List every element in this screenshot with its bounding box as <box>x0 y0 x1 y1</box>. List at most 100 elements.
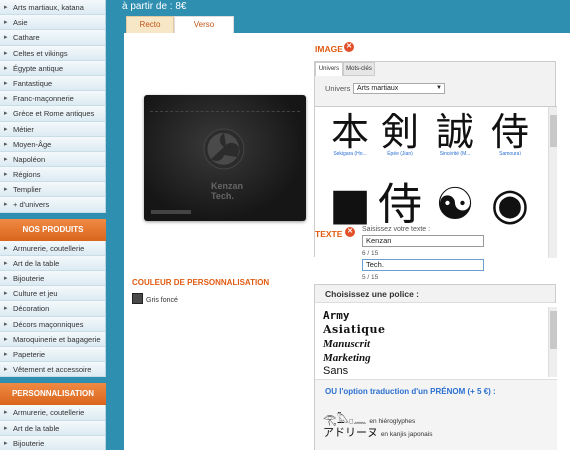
chevron-right-icon: ▸ <box>4 19 8 27</box>
chevron-right-icon: ▸ <box>4 409 8 417</box>
symbol-tile[interactable]: 剣 Épée (Jian) <box>375 113 425 157</box>
sidebar-product-item[interactable]: ▸ Art de la table <box>0 255 105 271</box>
symbol-tile[interactable]: 本 Sekigara (Ho... <box>325 113 375 157</box>
sidebar-category-item[interactable]: ▸ Napoléon <box>0 151 105 168</box>
symbol-tile[interactable]: 侍 Samouraï <box>485 113 535 157</box>
font-panel-title: Choisissez une police : <box>315 285 555 303</box>
sidebar-category-label: Celtes et vikings <box>13 48 68 58</box>
chevron-right-icon: ▸ <box>4 125 8 133</box>
tab-verso[interactable]: Verso <box>174 16 234 33</box>
gallery-scrollbar[interactable] <box>548 107 557 258</box>
texte-prompt: Saisissez votre texte : <box>362 226 431 233</box>
chevron-right-icon: ▸ <box>4 290 8 298</box>
symbol-glyph-icon: ☯ <box>435 179 475 230</box>
text-line2-input[interactable]: Tech. <box>362 259 484 271</box>
sidebar-product-item[interactable]: ▸ Vêtement et accessoire <box>0 362 105 378</box>
sidebar-category-item[interactable]: ▸ + d'univers <box>0 197 105 213</box>
sidebar-product-label: Papeterie <box>13 349 46 359</box>
symbol-tile[interactable]: ◉ <box>485 183 535 227</box>
sidebar-category-label: Régions <box>13 170 41 180</box>
font-option-army[interactable]: Army <box>323 309 350 322</box>
text-line2-count: 5 / 15 <box>362 274 379 281</box>
symbol-tile[interactable]: 誠 Sincérité (M... <box>430 113 480 157</box>
products-list: ▸ Armurerie, coutellerie ▸ Art de la table ▸… <box>0 240 106 378</box>
sidebar-category-item[interactable]: ▸ Moyen-Âge <box>0 136 105 152</box>
sidebar-perso-item[interactable]: ▸ Art de la table <box>0 420 105 436</box>
symbol-tile[interactable]: ■ <box>325 183 375 227</box>
chevron-right-icon: ▸ <box>4 110 8 118</box>
tab-univers[interactable]: Univers <box>315 62 343 76</box>
chevron-right-icon: ▸ <box>4 275 8 282</box>
sidebar-category-item[interactable]: ▸ Métier <box>0 121 105 137</box>
sidebar-product-label: Armurerie, coutellerie <box>13 243 85 253</box>
font-list: Army Asiatique Manuscrit Marketing Sans <box>315 303 557 379</box>
sidebar-product-item[interactable]: ▸ Culture et jeu <box>0 286 105 302</box>
personnalisation-list: ▸ Armurerie, coutellerie ▸ Art de la table ▸… <box>0 405 106 450</box>
chevron-right-icon: ▸ <box>4 95 8 103</box>
sidebar-category-item[interactable]: ▸ Celtes et vikings <box>0 45 105 61</box>
sidebar-category-item[interactable]: ▸ Arts martiaux, katana <box>0 0 105 16</box>
translation-kanji[interactable]: アドリーヌ en kanjis japonais <box>323 424 433 440</box>
translation-option: OU l'option traduction d'un PRÉNOM (+ 5 … <box>315 379 557 450</box>
sidebar-category-item[interactable]: ▸ Asie <box>0 15 105 31</box>
color-swatch-label: Gris foncé <box>146 297 178 304</box>
sidebar-category-item[interactable]: ▸ Cathare <box>0 30 105 46</box>
sidebar-category-label: Fantastique <box>13 78 53 88</box>
sidebar-category-item[interactable]: ▸ Templier <box>0 182 105 198</box>
sidebar-product-item[interactable]: ▸ Papeterie <box>0 346 105 363</box>
chevron-right-icon: ▸ <box>4 186 8 194</box>
couleur-title: COULEUR DE PERSONNALISATION <box>132 278 270 287</box>
univers-select[interactable]: Arts martiaux ▼ <box>353 83 445 94</box>
sidebar-category-item[interactable]: ▸ Égypte antique <box>0 60 105 76</box>
category-list: ▸ Arts martiaux, katana ▸ Asie ▸ Cathare ▸ Celt… <box>0 0 106 213</box>
sidebar-product-item[interactable]: ▸ Décors maçonniques <box>0 316 105 332</box>
symbol-tile[interactable]: 侍 <box>375 183 425 227</box>
sidebar-perso-item[interactable]: ▸ Bijouterie <box>0 435 105 450</box>
font-option-sans[interactable]: Sans <box>323 365 348 377</box>
chevron-right-icon: ▸ <box>4 140 8 148</box>
engraving-preview: Kenzan Tech. <box>211 181 244 201</box>
font-list-scrollbar[interactable] <box>548 307 557 377</box>
translation-title: OU l'option traduction d'un PRÉNOM (+ 5 … <box>325 387 496 396</box>
remove-image-icon[interactable]: ✕ <box>344 42 354 52</box>
sidebar-perso-label: Armurerie, coutellerie <box>13 408 85 418</box>
sidebar-category-item[interactable]: ▸ Fantastique <box>0 75 105 92</box>
sidebar-product-item[interactable]: ▸ Bijouterie <box>0 271 105 287</box>
personnalisation-heading: PERSONNALISATION <box>0 383 106 406</box>
sidebar-product-item[interactable]: ▸ Décoration <box>0 301 105 317</box>
font-option-asiatique[interactable]: Asiatique <box>323 323 385 336</box>
chevron-right-icon: ▸ <box>4 155 8 163</box>
symbol-tile[interactable]: ☯ <box>430 183 480 227</box>
price-label: à partir de : 8€ <box>122 1 187 12</box>
symbol-glyph-icon: 剣 <box>380 110 419 154</box>
sidebar-product-item[interactable]: ▸ Maroquinerie et bagagerie <box>0 331 105 347</box>
tab-recto[interactable]: Recto <box>126 16 174 33</box>
sidebar-perso-label: Art de la table <box>13 423 60 433</box>
sidebar-product-item[interactable]: ▸ Armurerie, coutellerie <box>0 240 105 256</box>
tab-mots-cles[interactable]: Mots-clés <box>343 62 375 76</box>
texte-title: TEXTE <box>315 229 343 239</box>
sidebar-product-label: Maroquinerie et bagagerie <box>13 334 101 344</box>
sidebar-category-label: Grèce et Rome antiques <box>13 109 95 119</box>
chevron-right-icon: ▸ <box>4 350 8 358</box>
symbol-glyph-icon: 誠 <box>435 110 474 154</box>
sidebar-category-item[interactable]: ▸ Régions <box>0 167 105 183</box>
sidebar-category-label: Napoléon <box>13 154 46 164</box>
sidebar-category-item[interactable]: ▸ Franc-maçonnerie <box>0 91 105 107</box>
sidebar-product-label: Art de la table <box>13 258 60 268</box>
color-swatch[interactable] <box>132 293 143 304</box>
mitsudomoe-emblem-icon <box>203 128 245 170</box>
sidebar-category-label: Franc-maçonnerie <box>13 94 74 104</box>
sidebar-perso-item[interactable]: ▸ Armurerie, coutellerie <box>0 405 105 421</box>
font-option-marketing[interactable]: Marketing <box>323 352 371 364</box>
sidebar-category-item[interactable]: ▸ Grèce et Rome antiques <box>0 106 105 122</box>
remove-text-icon[interactable]: ✕ <box>345 227 355 237</box>
chevron-right-icon: ▸ <box>4 259 8 267</box>
sidebar-product-label: Décoration <box>13 304 50 314</box>
customizer-panel: Kenzan Tech. COULEUR DE PERSONNALISATION… <box>124 33 570 450</box>
text-line1-input[interactable]: Kenzan <box>362 235 484 247</box>
chevron-right-icon: ▸ <box>4 244 8 252</box>
font-option-manuscrit[interactable]: Manuscrit <box>323 338 370 350</box>
chevron-right-icon: ▸ <box>4 64 8 72</box>
chevron-right-icon: ▸ <box>4 320 8 328</box>
